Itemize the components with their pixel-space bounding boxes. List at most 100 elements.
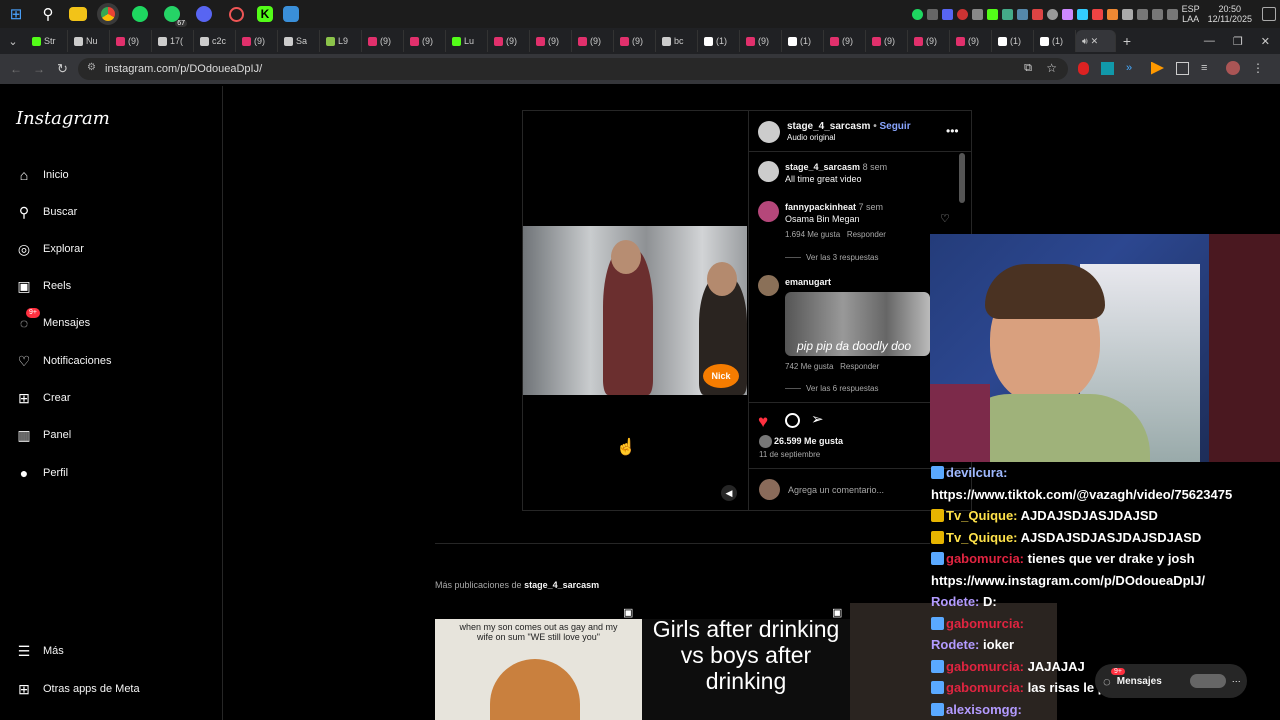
comments-scrollbar[interactable]: [959, 153, 965, 203]
close-icon[interactable]: ✕: [1091, 36, 1099, 47]
browser-tab[interactable]: 17(: [152, 30, 194, 52]
kick-icon[interactable]: K: [257, 6, 273, 22]
tray-icon[interactable]: [1031, 8, 1043, 20]
tray-icon[interactable]: [1016, 8, 1028, 20]
comment-avatar[interactable]: [758, 275, 779, 296]
comment-avatar[interactable]: [758, 201, 779, 222]
volume-icon[interactable]: [1166, 8, 1178, 20]
browser-tab[interactable]: (1): [1034, 30, 1076, 52]
install-app-icon[interactable]: ⧉: [1024, 62, 1032, 75]
whatsapp-icon[interactable]: 67: [161, 3, 187, 27]
extension-icon[interactable]: [1078, 61, 1089, 75]
clock[interactable]: 20:50 12/11/2025: [1208, 4, 1252, 24]
browser-tab[interactable]: (9): [866, 30, 908, 52]
sidebar-item-perfil[interactable]: ● Perfil: [16, 463, 68, 483]
new-tab-button[interactable]: +: [1116, 33, 1138, 49]
view-replies-button[interactable]: Ver las 6 respuestas: [785, 384, 878, 393]
browser-tab[interactable]: (9): [530, 30, 572, 52]
browser-tab[interactable]: (9): [740, 30, 782, 52]
like-heart-icon[interactable]: ♥: [758, 412, 768, 432]
notification-center-icon[interactable]: [1262, 7, 1276, 21]
comment-avatar[interactable]: [758, 161, 779, 182]
post-thumbnail[interactable]: when my son comes out as gay and my wife…: [435, 619, 642, 720]
sidebar-item-explorar[interactable]: ◎ Explorar: [16, 239, 84, 259]
tray-icon[interactable]: [1091, 8, 1103, 20]
view-replies-button[interactable]: Ver las 3 respuestas: [785, 253, 878, 262]
extensions-puzzle-icon[interactable]: [1176, 61, 1189, 75]
windows-icon[interactable]: ⊞: [5, 3, 27, 25]
browser-tab[interactable]: (9): [950, 30, 992, 52]
sidebar-item-panel[interactable]: ▥ Panel: [16, 425, 71, 445]
mute-toggle-icon[interactable]: ◀: [721, 485, 737, 501]
comment-username[interactable]: stage_4_sarcasm: [785, 162, 860, 172]
language-indicator[interactable]: ESP LAA: [1182, 4, 1200, 24]
post-video[interactable]: Nick: [523, 226, 747, 395]
spotify-icon[interactable]: [129, 3, 151, 25]
sidebar-item-reels[interactable]: ▣ Reels: [16, 276, 71, 296]
author-avatar[interactable]: [758, 121, 780, 143]
browser-tab[interactable]: L9: [320, 30, 362, 52]
comment-likes[interactable]: 742 Me gusta: [785, 362, 833, 371]
instagram-logo[interactable]: Instagram: [16, 108, 110, 129]
meta-apps-button[interactable]: ⊞ Otras apps de Meta: [16, 679, 139, 699]
forward-button[interactable]: →: [33, 62, 45, 76]
browser-tab[interactable]: (9): [236, 30, 278, 52]
browser-tab[interactable]: Nu: [68, 30, 110, 52]
browser-tab[interactable]: (9): [908, 30, 950, 52]
reply-button[interactable]: Responder: [840, 362, 879, 371]
clock-app-icon[interactable]: [225, 3, 247, 25]
author-username[interactable]: stage_4_sarcasm: [787, 121, 870, 132]
tab-active[interactable]: 🔊︎ ✕: [1076, 30, 1116, 52]
browser-tab[interactable]: (1): [782, 30, 824, 52]
more-button[interactable]: ☰ Más: [16, 641, 64, 661]
discord-tray-icon[interactable]: [941, 8, 953, 20]
browser-tab[interactable]: Sa: [278, 30, 320, 52]
maximize-button[interactable]: ❐: [1233, 35, 1243, 48]
kick-tray-icon[interactable]: [986, 8, 998, 20]
tray-icon[interactable]: [1076, 8, 1088, 20]
follow-button[interactable]: Seguir: [879, 121, 910, 132]
messages-popup[interactable]: ◌ 9+ Mensajes ⋯: [1095, 664, 1247, 698]
minimize-button[interactable]: —: [1204, 35, 1215, 47]
browser-tab[interactable]: c2c: [194, 30, 236, 52]
more-posts-username[interactable]: stage_4_sarcasm: [524, 580, 599, 590]
comment-username[interactable]: emanugart: [785, 277, 831, 287]
comment-gif[interactable]: pip pip da doodly doo: [785, 292, 930, 356]
browser-tab[interactable]: Str: [26, 30, 68, 52]
sidebar-item-mensajes[interactable]: ◌ 9+ Mensajes: [16, 308, 90, 333]
more-options-icon[interactable]: •••: [946, 124, 959, 138]
chrome-icon[interactable]: [97, 3, 119, 25]
wifi-icon[interactable]: [1136, 8, 1148, 20]
tray-icon[interactable]: [1046, 8, 1058, 20]
media-control-icon[interactable]: ≡: [1201, 62, 1214, 75]
bookmark-star-icon[interactable]: ☆: [1046, 61, 1057, 75]
search-icon[interactable]: ⚲: [37, 3, 59, 25]
browser-tab[interactable]: (9): [614, 30, 656, 52]
browser-tab[interactable]: (9): [824, 30, 866, 52]
bluetooth-icon[interactable]: [971, 8, 983, 20]
share-icon[interactable]: ➢: [811, 410, 824, 428]
extension-icon[interactable]: [1101, 61, 1114, 75]
browser-tab[interactable]: (9): [572, 30, 614, 52]
tray-icon[interactable]: [1061, 8, 1073, 20]
files-icon[interactable]: [69, 7, 87, 21]
close-window-button[interactable]: ✕: [1261, 35, 1270, 48]
back-button[interactable]: ←: [10, 62, 22, 76]
spotify-tray-icon[interactable]: [911, 8, 923, 20]
browser-tab[interactable]: (1): [992, 30, 1034, 52]
add-comment-input[interactable]: Agrega un comentario...: [788, 485, 884, 495]
tray-icon[interactable]: [1106, 8, 1118, 20]
profile-avatar[interactable]: [1226, 61, 1240, 75]
discord-icon[interactable]: [193, 3, 215, 25]
sidebar-item-buscar[interactable]: ⚲ Buscar: [16, 202, 77, 222]
extension-icon[interactable]: [1151, 61, 1164, 75]
post-thumbnail[interactable]: Girls after drinking vs boys after drink…: [642, 616, 850, 720]
tray-icon[interactable]: [926, 8, 938, 20]
comment-likes[interactable]: 1.694 Me gusta: [785, 230, 840, 239]
audio-label[interactable]: Audio original: [787, 133, 835, 142]
mic-icon[interactable]: [1151, 8, 1163, 20]
sidebar-item-notificaciones[interactable]: ♡ Notificaciones: [16, 351, 112, 371]
photos-icon[interactable]: [283, 6, 299, 22]
browser-tab[interactable]: (9): [404, 30, 446, 52]
tray-icon[interactable]: [956, 8, 968, 20]
